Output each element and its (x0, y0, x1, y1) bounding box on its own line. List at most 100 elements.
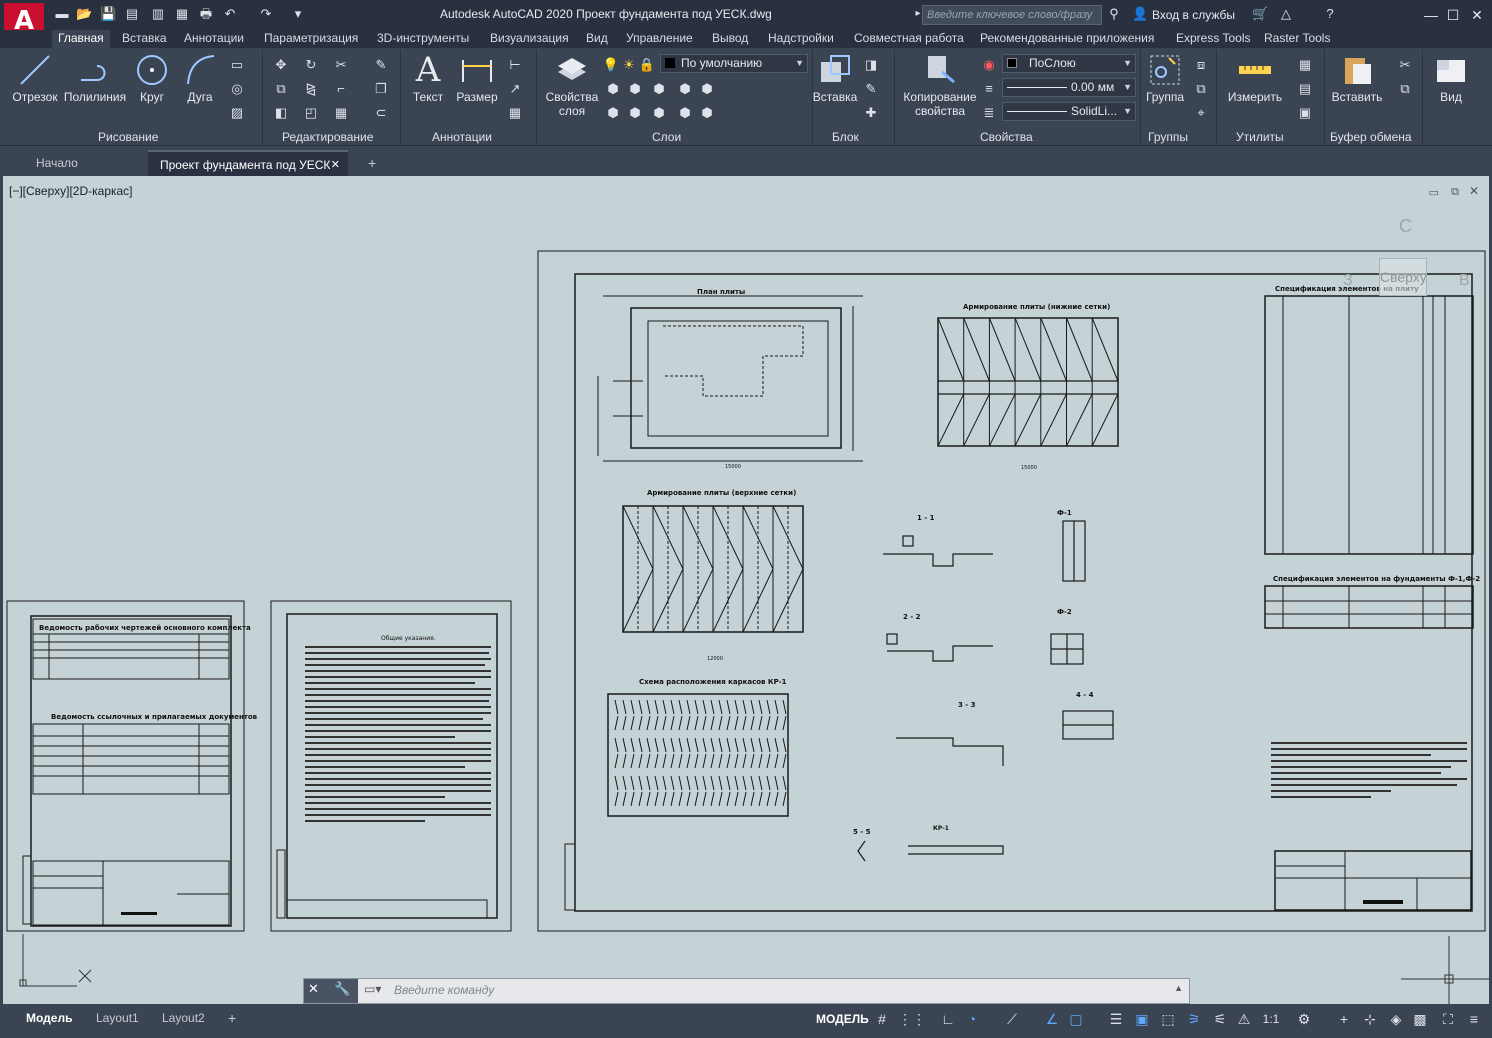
circle-button[interactable]: Круг (132, 52, 172, 104)
ribbon-tab-2[interactable]: Аннотации (178, 30, 250, 48)
osnap-tracking-icon[interactable]: ∠ (1042, 1009, 1062, 1029)
sign-in-link[interactable]: Вход в службы (1152, 8, 1235, 22)
tab-start[interactable]: Начало (24, 150, 90, 176)
layer-tool-8-icon[interactable]: ⬢ (650, 104, 668, 122)
lineweight-dropdown[interactable]: 0.00 мм ▼ (1002, 78, 1136, 97)
gradient-icon[interactable]: ▨ (228, 104, 246, 122)
selection-cycling-icon[interactable]: ⬚ (1158, 1009, 1178, 1029)
id-point-icon[interactable]: ▣ (1296, 104, 1314, 122)
customization-menu-icon[interactable]: ≡ (1464, 1009, 1484, 1029)
minimize-button[interactable]: — (1420, 4, 1442, 26)
snap-icon[interactable]: ⋮⋮ (898, 1009, 926, 1029)
offset-icon[interactable]: ⊂ (372, 104, 390, 122)
ribbon-tab-6[interactable]: Вид (580, 30, 614, 48)
layer-tool-2-icon[interactable]: ⬢ (626, 80, 644, 98)
group-select-icon[interactable]: ⌖ (1192, 104, 1210, 122)
group-edit-icon[interactable]: ⧉ (1192, 80, 1210, 98)
save-icon[interactable]: 💾 (100, 6, 116, 22)
layer-tool-5-icon[interactable]: ⬢ (698, 80, 716, 98)
ribbon-tab-0[interactable]: Главная (52, 30, 110, 48)
scale-selector[interactable]: 1:1 (1258, 1009, 1284, 1029)
close-tab-icon[interactable]: ✕ (331, 152, 340, 178)
cart-icon[interactable]: 🛒 (1252, 6, 1268, 22)
lock-icon[interactable]: 🔒 (638, 56, 656, 74)
isolate-objects-icon[interactable]: ◈ (1386, 1009, 1406, 1029)
annotation-scale-icon[interactable]: ⚠ (1234, 1009, 1254, 1029)
ribbon-tab-3[interactable]: Параметризация (258, 30, 364, 48)
fillet-icon[interactable]: ⌐ (332, 80, 350, 98)
ribbon-tab-11[interactable]: Рекомендованные приложения (974, 30, 1160, 48)
save-web-icon[interactable]: ▦ (174, 6, 190, 22)
close-command-line-icon[interactable]: ✕ (308, 981, 319, 997)
color-dropdown[interactable]: ПоСлою ▼ (1002, 54, 1136, 73)
rectangle-icon[interactable]: ▭ (228, 56, 246, 74)
add-layout-plus-icon[interactable]: + (220, 1007, 244, 1029)
osnap-icon[interactable]: ▢ (1066, 1009, 1086, 1029)
compass-north[interactable]: С (1399, 216, 1412, 237)
group-button[interactable]: Группа (1142, 52, 1188, 104)
panel-title-block[interactable]: Блок (832, 130, 859, 144)
panel-title-layers[interactable]: Слои (652, 130, 681, 144)
rotate-icon[interactable]: ↻ (302, 56, 320, 74)
polar-icon[interactable]: ◔ (962, 1009, 982, 1029)
layer-tool-6-icon[interactable]: ⬢ (604, 104, 622, 122)
ribbon-tab-12[interactable]: Express Tools (1170, 30, 1256, 48)
redo-icon[interactable]: ↷ (258, 6, 274, 22)
sun-icon[interactable]: ☀ (620, 56, 638, 74)
panel-title-groups[interactable]: Группы (1148, 130, 1188, 144)
layer-tool-9-icon[interactable]: ⬢ (676, 104, 694, 122)
tab-active-drawing[interactable]: Проект фундамента под УЕСК ✕ (148, 150, 348, 176)
ribbon-tab-9[interactable]: Надстройки (762, 30, 840, 48)
measure-button[interactable]: Измерить (1222, 52, 1288, 104)
transparency-icon[interactable]: ▣ (1132, 1009, 1152, 1029)
panel-title-clipboard[interactable]: Буфер обмена (1330, 130, 1412, 144)
create-block-icon[interactable]: ◨ (862, 56, 880, 74)
command-input[interactable]: Введите команду (394, 983, 494, 997)
insert-block-button[interactable]: Вставка (812, 52, 858, 104)
drawing-canvas[interactable]: [−][Сверху][2D-каркас] ▭ ⧉ ✕ Ведомость р… (3, 176, 1489, 1004)
new-icon[interactable]: ▬ (54, 6, 70, 22)
autodesk-a360-icon[interactable]: △ (1278, 6, 1294, 22)
trim-icon[interactable]: ✂ (332, 56, 350, 74)
hatch-icon[interactable]: ◎ (228, 80, 246, 98)
array-icon[interactable]: ▦ (332, 104, 350, 122)
ungroup-icon[interactable]: ⧈ (1192, 56, 1210, 74)
close-button[interactable]: ✕ (1466, 4, 1488, 26)
binoculars-icon[interactable]: ⚲ (1106, 6, 1122, 22)
ortho-icon[interactable]: ∟ (938, 1009, 958, 1029)
ribbon-tab-13[interactable]: Raster Tools (1258, 30, 1336, 48)
explode-icon[interactable]: ❐ (372, 80, 390, 98)
calculator-icon[interactable]: ▤ (1296, 80, 1314, 98)
ribbon-tab-4[interactable]: 3D-инструменты (371, 30, 475, 48)
panel-title-utilities[interactable]: Утилиты (1236, 130, 1284, 144)
user-icon[interactable]: 👤 (1132, 6, 1148, 22)
color-wheel-icon[interactable]: ◉ (980, 56, 998, 74)
command-history-chevron-up-icon[interactable]: ▲ (1174, 983, 1183, 993)
mirror-icon[interactable]: ⧎ (302, 80, 320, 98)
layer-properties-button[interactable]: Свойства слоя (540, 52, 604, 118)
viewcube[interactable]: Сверху (1379, 258, 1427, 296)
help-icon[interactable]: ? (1322, 6, 1338, 22)
layer-tool-1-icon[interactable]: ⬢ (604, 80, 622, 98)
grid-icon[interactable]: # (872, 1009, 892, 1029)
layer-tool-7-icon[interactable]: ⬢ (626, 104, 644, 122)
lineweight-toggle-icon[interactable]: ☰ (1106, 1009, 1126, 1029)
dimension-button[interactable]: Размер (454, 52, 500, 104)
web-mobile-icon[interactable]: ▥ (150, 6, 166, 22)
ribbon-tab-1[interactable]: Вставка (116, 30, 173, 48)
block-attr-icon[interactable]: ✚ (862, 104, 880, 122)
new-tab-plus-icon[interactable]: + (356, 150, 388, 176)
undo-icon[interactable]: ↶ (222, 6, 238, 22)
isodraft-icon[interactable]: ⟋ (1002, 1009, 1022, 1029)
clean-screen-icon[interactable]: ⛶ (1438, 1009, 1458, 1029)
customize-qat-icon[interactable]: ▾ (290, 6, 306, 22)
stretch-icon[interactable]: ◧ (272, 104, 290, 122)
customize-wrench-icon[interactable]: 🔧 (334, 981, 350, 997)
tab-layout1[interactable]: Layout1 (88, 1007, 147, 1029)
units-icon[interactable]: ⊹ (1360, 1009, 1380, 1029)
model-space-toggle[interactable]: МОДЕЛЬ (816, 1012, 869, 1026)
table-icon[interactable]: ▦ (506, 104, 524, 122)
layer-dropdown[interactable]: По умолчанию ▼ (660, 54, 808, 73)
ribbon-tab-10[interactable]: Совместная работа (848, 30, 970, 48)
annotation-monitor-icon[interactable]: + (1334, 1009, 1354, 1029)
